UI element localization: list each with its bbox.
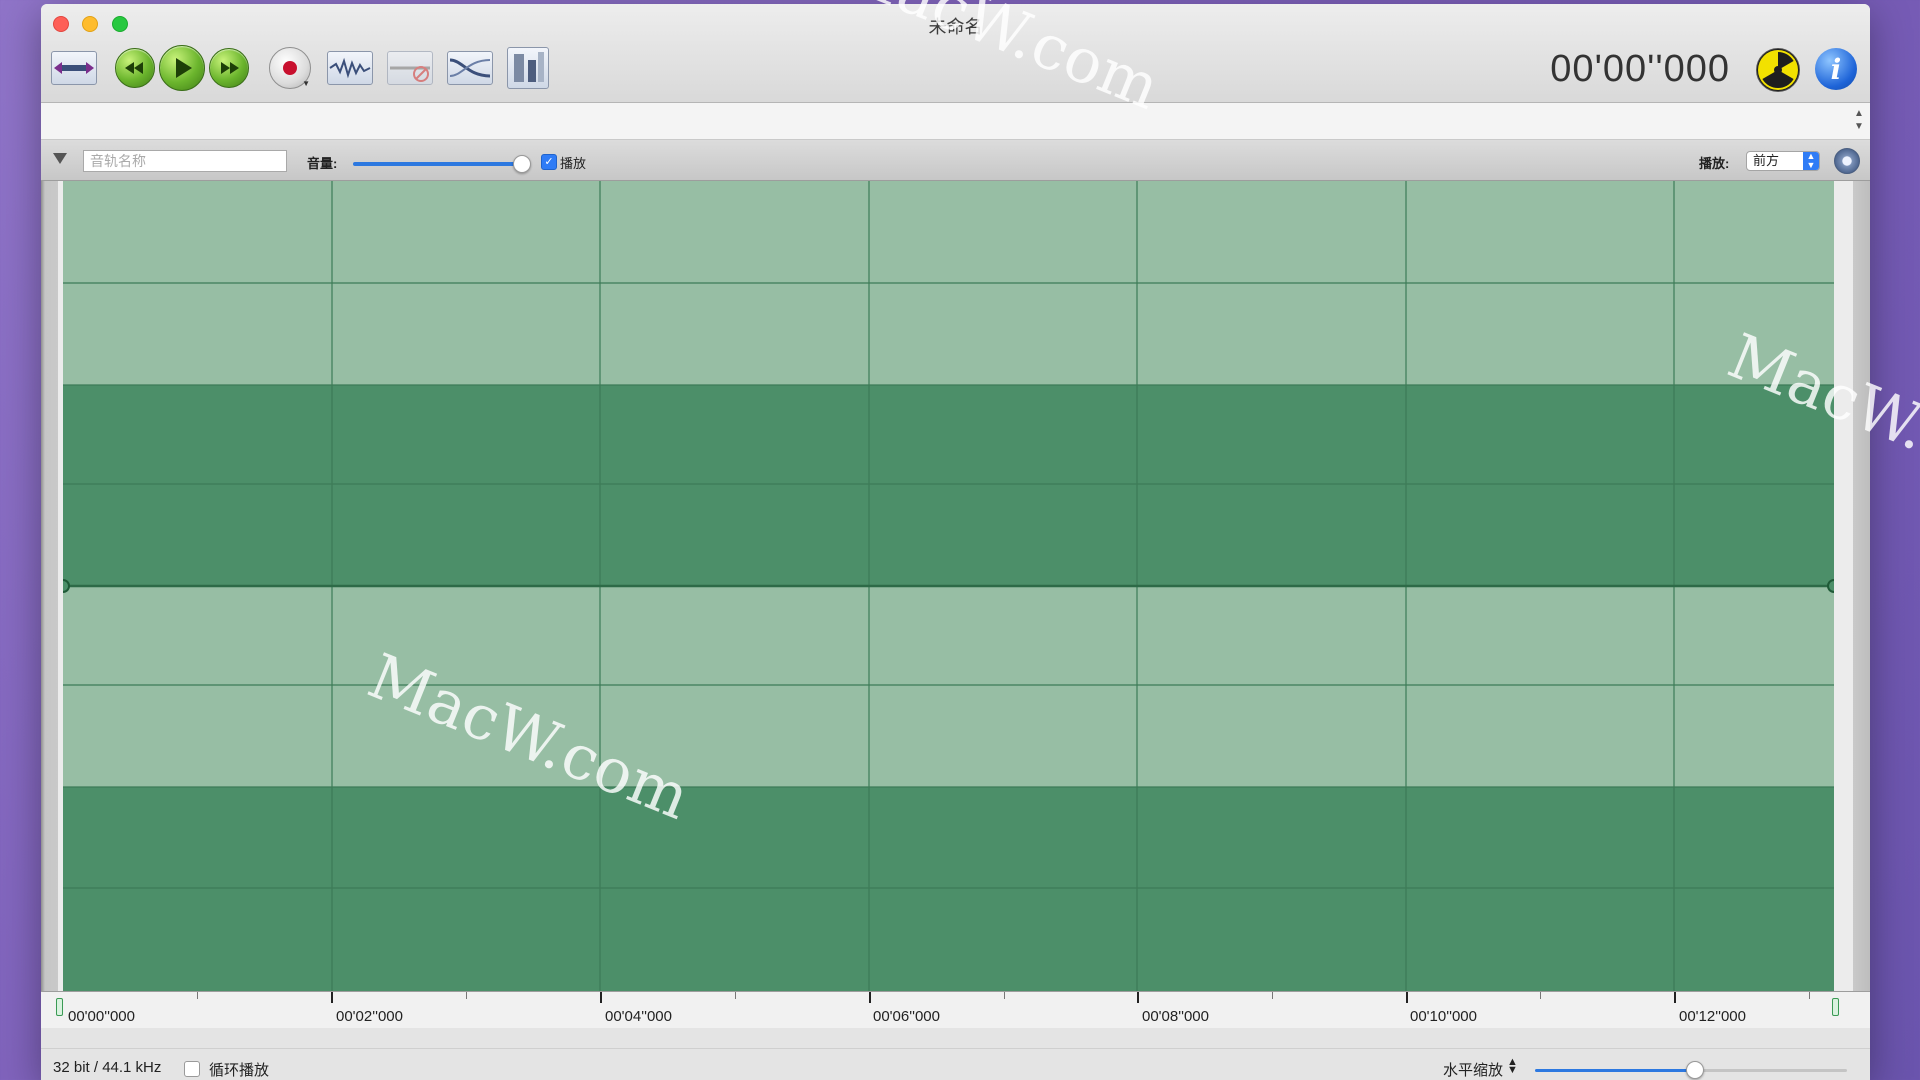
envelope-point-end <box>1827 579 1834 593</box>
timecode-display: 00'00''000 <box>1550 48 1730 90</box>
volume-label: 音量: <box>307 156 338 171</box>
rewind-button[interactable] <box>115 46 155 90</box>
ruler-major-tick <box>1137 992 1139 1003</box>
play-checkbox[interactable]: ✓ <box>541 154 557 170</box>
select-arrows-icon: ▲ ▼ <box>1803 152 1819 170</box>
ruler-major-tick <box>869 992 871 1003</box>
ruler-minor-tick <box>1540 992 1541 999</box>
ruler-major-tick <box>1406 992 1408 1003</box>
ruler-label: 00'12''000 <box>1679 1008 1746 1025</box>
ruler-label: 00'02''000 <box>336 1008 403 1025</box>
timeline-ruler[interactable]: 00'00''000 00'02''000 00'04''000 00'06''… <box>41 991 1870 1029</box>
loop-checkbox[interactable] <box>184 1061 200 1077</box>
effects-button[interactable] <box>504 46 552 90</box>
envelope-point-start <box>63 579 70 593</box>
waveform-icon <box>327 51 373 85</box>
playback-label: 播放: <box>1699 156 1730 171</box>
waveform-track[interactable] <box>41 181 1870 991</box>
fade-icon <box>447 51 493 85</box>
ruler-minor-tick <box>1004 992 1005 999</box>
waveform-band-lower <box>63 787 1834 991</box>
ruler-minor-tick <box>735 992 736 999</box>
waveform-button[interactable] <box>326 46 374 90</box>
selection-start-handle[interactable] <box>56 998 63 1016</box>
volume-slider[interactable] <box>353 162 525 166</box>
ruler-label: 00'04''000 <box>605 1008 672 1025</box>
rewind-icon <box>115 48 155 88</box>
gear-icon[interactable] <box>1834 148 1860 174</box>
title-bar: 未命名 ▼ 00'00''000 i <box>41 4 1870 103</box>
radiation-icon[interactable] <box>1756 48 1800 92</box>
zoom-stepper-icon[interactable]: ▲ ▼ <box>1507 1057 1518 1076</box>
effects-icon <box>507 47 549 89</box>
status-bar: 32 bit / 44.1 kHz 循环播放 水平缩放 ▲ ▼ <box>41 1028 1870 1080</box>
app-window: 未命名 ▼ 00'00''000 i ▲ ▼ 音轨名称 音量: ✓ 播放 播放:… <box>41 4 1870 1080</box>
track-name-input[interactable] <box>83 150 287 172</box>
disclosure-triangle-icon[interactable] <box>53 153 67 164</box>
ruler-major-tick <box>600 992 602 1003</box>
horizontal-zoom-label[interactable]: 水平缩放 <box>1443 1059 1503 1080</box>
volume-slider-knob[interactable] <box>513 155 531 173</box>
silence-icon <box>387 51 433 85</box>
fade-button[interactable] <box>446 46 494 90</box>
status-divider <box>41 1048 1870 1049</box>
trim-icon <box>51 51 97 85</box>
ruler-label: 00'10''000 <box>1410 1008 1477 1025</box>
horizontal-zoom-slider-knob[interactable] <box>1686 1061 1704 1079</box>
fast-forward-icon <box>209 48 249 88</box>
waveform-display[interactable] <box>63 181 1834 991</box>
ruler-label: 00'08''000 <box>1142 1008 1209 1025</box>
loop-checkbox-label: 循环播放 <box>209 1062 270 1079</box>
ruler-minor-tick <box>1272 992 1273 999</box>
play-icon <box>159 45 205 91</box>
fast-forward-button[interactable] <box>209 46 249 90</box>
waveform-band-upper <box>63 385 1834 585</box>
playback-select[interactable]: 前方 ▲ ▼ <box>1746 151 1820 171</box>
ruler-minor-tick <box>1809 992 1810 999</box>
ruler-major-tick <box>331 992 333 1003</box>
overview-strip: ▲ ▼ <box>41 103 1870 140</box>
audio-format-label: 32 bit / 44.1 kHz <box>53 1059 162 1076</box>
ruler-major-tick <box>1674 992 1676 1003</box>
trim-button[interactable] <box>51 46 97 90</box>
info-icon[interactable]: i <box>1815 48 1857 90</box>
play-checkbox-label: 播放 <box>560 156 587 171</box>
ruler-minor-tick <box>466 992 467 999</box>
ruler-label: 00'00''000 <box>68 1008 135 1025</box>
stepper-icon[interactable]: ▲ ▼ <box>1852 107 1866 135</box>
silence-button[interactable] <box>386 46 434 90</box>
playback-select-value: 前方 <box>1753 153 1780 168</box>
window-title: 未命名 <box>928 17 983 37</box>
play-button[interactable] <box>159 45 205 91</box>
track-header: 音量: ✓ 播放 播放: 前方 ▲▼ <box>41 140 1870 181</box>
ruler-label: 00'06''000 <box>873 1008 940 1025</box>
ruler-minor-tick <box>197 992 198 999</box>
record-button[interactable]: ▼ <box>266 46 314 90</box>
selection-end-handle[interactable] <box>1832 998 1839 1016</box>
